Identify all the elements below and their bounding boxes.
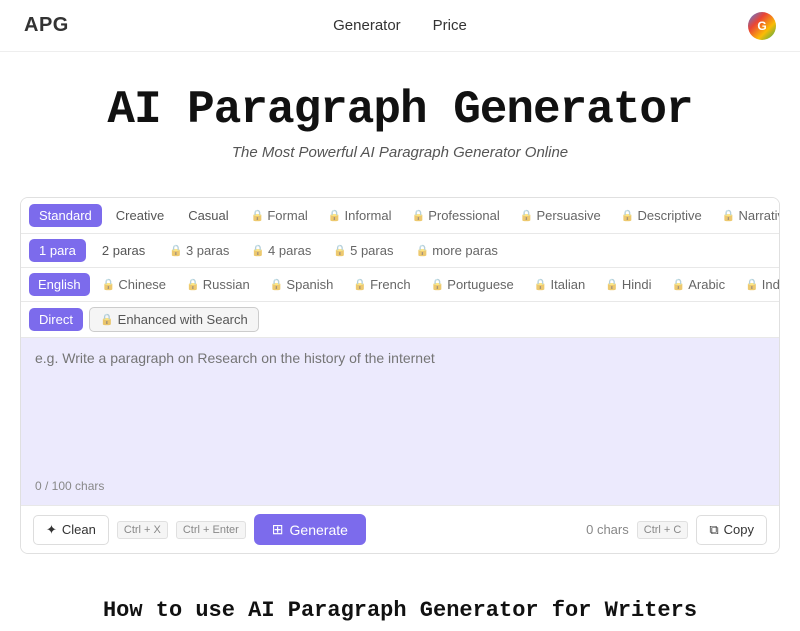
- lang-btn-french[interactable]: 🔒French: [345, 273, 418, 296]
- mode-row: Direct 🔒 Enhanced with Search: [21, 302, 779, 338]
- lang-btn-portuguese[interactable]: 🔒Portuguese: [423, 273, 522, 296]
- lang-btn-indonesian[interactable]: 🔒Indonesian: [737, 273, 779, 296]
- generate-icon: ⊞: [272, 521, 284, 538]
- generate-label: Generate: [290, 522, 348, 538]
- enhanced-label: Enhanced with Search: [118, 312, 248, 327]
- google-icon[interactable]: G: [748, 12, 776, 40]
- tab-formal[interactable]: 🔒Formal: [243, 204, 316, 227]
- tab-casual[interactable]: Casual: [178, 204, 238, 227]
- clean-shortcut: Ctrl + X: [117, 521, 168, 539]
- tool-container: Standard Creative Casual 🔒Formal 🔒Inform…: [20, 197, 780, 554]
- para-btn-2[interactable]: 2 paras: [92, 239, 155, 262]
- mode-btn-enhanced[interactable]: 🔒 Enhanced with Search: [89, 307, 259, 332]
- tab-professional[interactable]: 🔒Professional: [403, 204, 507, 227]
- tab-creative[interactable]: Creative: [106, 204, 174, 227]
- tab-informal[interactable]: 🔒Informal: [320, 204, 400, 227]
- page-title: AI Paragraph Generator: [20, 84, 780, 136]
- lang-btn-arabic[interactable]: 🔒Arabic: [664, 273, 734, 296]
- lang-btn-english[interactable]: English: [29, 273, 90, 296]
- clean-label: Clean: [62, 522, 96, 537]
- lang-btn-spanish[interactable]: 🔒Spanish: [262, 273, 342, 296]
- bottom-heading: How to use AI Paragraph Generator for Wr…: [0, 570, 800, 631]
- para-btn-1[interactable]: 1 para: [29, 239, 86, 262]
- tab-persuasive[interactable]: 🔒Persuasive: [512, 204, 609, 227]
- nav-link-generator[interactable]: Generator: [333, 17, 401, 34]
- lang-btn-russian[interactable]: 🔒Russian: [178, 273, 258, 296]
- prompt-input[interactable]: [35, 350, 765, 470]
- para-count-row: 1 para 2 paras 🔒3 paras 🔒4 paras 🔒5 para…: [21, 234, 779, 268]
- char-count: 0 / 100 chars: [35, 479, 765, 493]
- copy-button[interactable]: ⧉ Copy: [696, 515, 767, 545]
- lang-btn-hindi[interactable]: 🔒Hindi: [597, 273, 659, 296]
- clean-icon: ✦: [46, 522, 57, 538]
- generate-shortcut: Ctrl + Enter: [176, 521, 246, 539]
- bottom-bar: ✦ Clean Ctrl + X Ctrl + Enter ⊞ Generate…: [21, 505, 779, 553]
- nav-link-price[interactable]: Price: [433, 17, 467, 34]
- nav-logo: APG: [24, 14, 69, 37]
- para-btn-4[interactable]: 🔒4 paras: [243, 239, 319, 262]
- style-tabs-row: Standard Creative Casual 🔒Formal 🔒Inform…: [21, 198, 779, 234]
- output-char-count: 0 chars: [586, 522, 629, 537]
- tab-descriptive[interactable]: 🔒Descriptive: [613, 204, 710, 227]
- nav-links: Generator Price: [333, 17, 467, 34]
- copy-icon: ⧉: [709, 522, 718, 538]
- tab-narrative[interactable]: 🔒Narrative: [714, 204, 779, 227]
- mode-btn-direct[interactable]: Direct: [29, 308, 83, 331]
- language-row: English 🔒Chinese 🔒Russian 🔒Spanish 🔒Fren…: [21, 268, 779, 302]
- navbar: APG Generator Price G: [0, 0, 800, 52]
- lock-icon-enhanced: 🔒: [100, 313, 114, 326]
- textarea-section: 0 / 100 chars: [21, 338, 779, 505]
- tab-standard[interactable]: Standard: [29, 204, 102, 227]
- clean-button[interactable]: ✦ Clean: [33, 515, 109, 545]
- para-btn-3[interactable]: 🔒3 paras: [161, 239, 237, 262]
- lang-btn-chinese[interactable]: 🔒Chinese: [94, 273, 174, 296]
- lang-btn-italian[interactable]: 🔒Italian: [526, 273, 593, 296]
- copy-shortcut: Ctrl + C: [637, 521, 689, 539]
- hero-section: AI Paragraph Generator The Most Powerful…: [0, 52, 800, 181]
- generate-button[interactable]: ⊞ Generate: [254, 514, 366, 545]
- copy-label: Copy: [724, 522, 754, 537]
- page-subtitle: The Most Powerful AI Paragraph Generator…: [20, 144, 780, 161]
- para-btn-5[interactable]: 🔒5 paras: [325, 239, 401, 262]
- para-btn-more[interactable]: 🔒more paras: [407, 239, 505, 262]
